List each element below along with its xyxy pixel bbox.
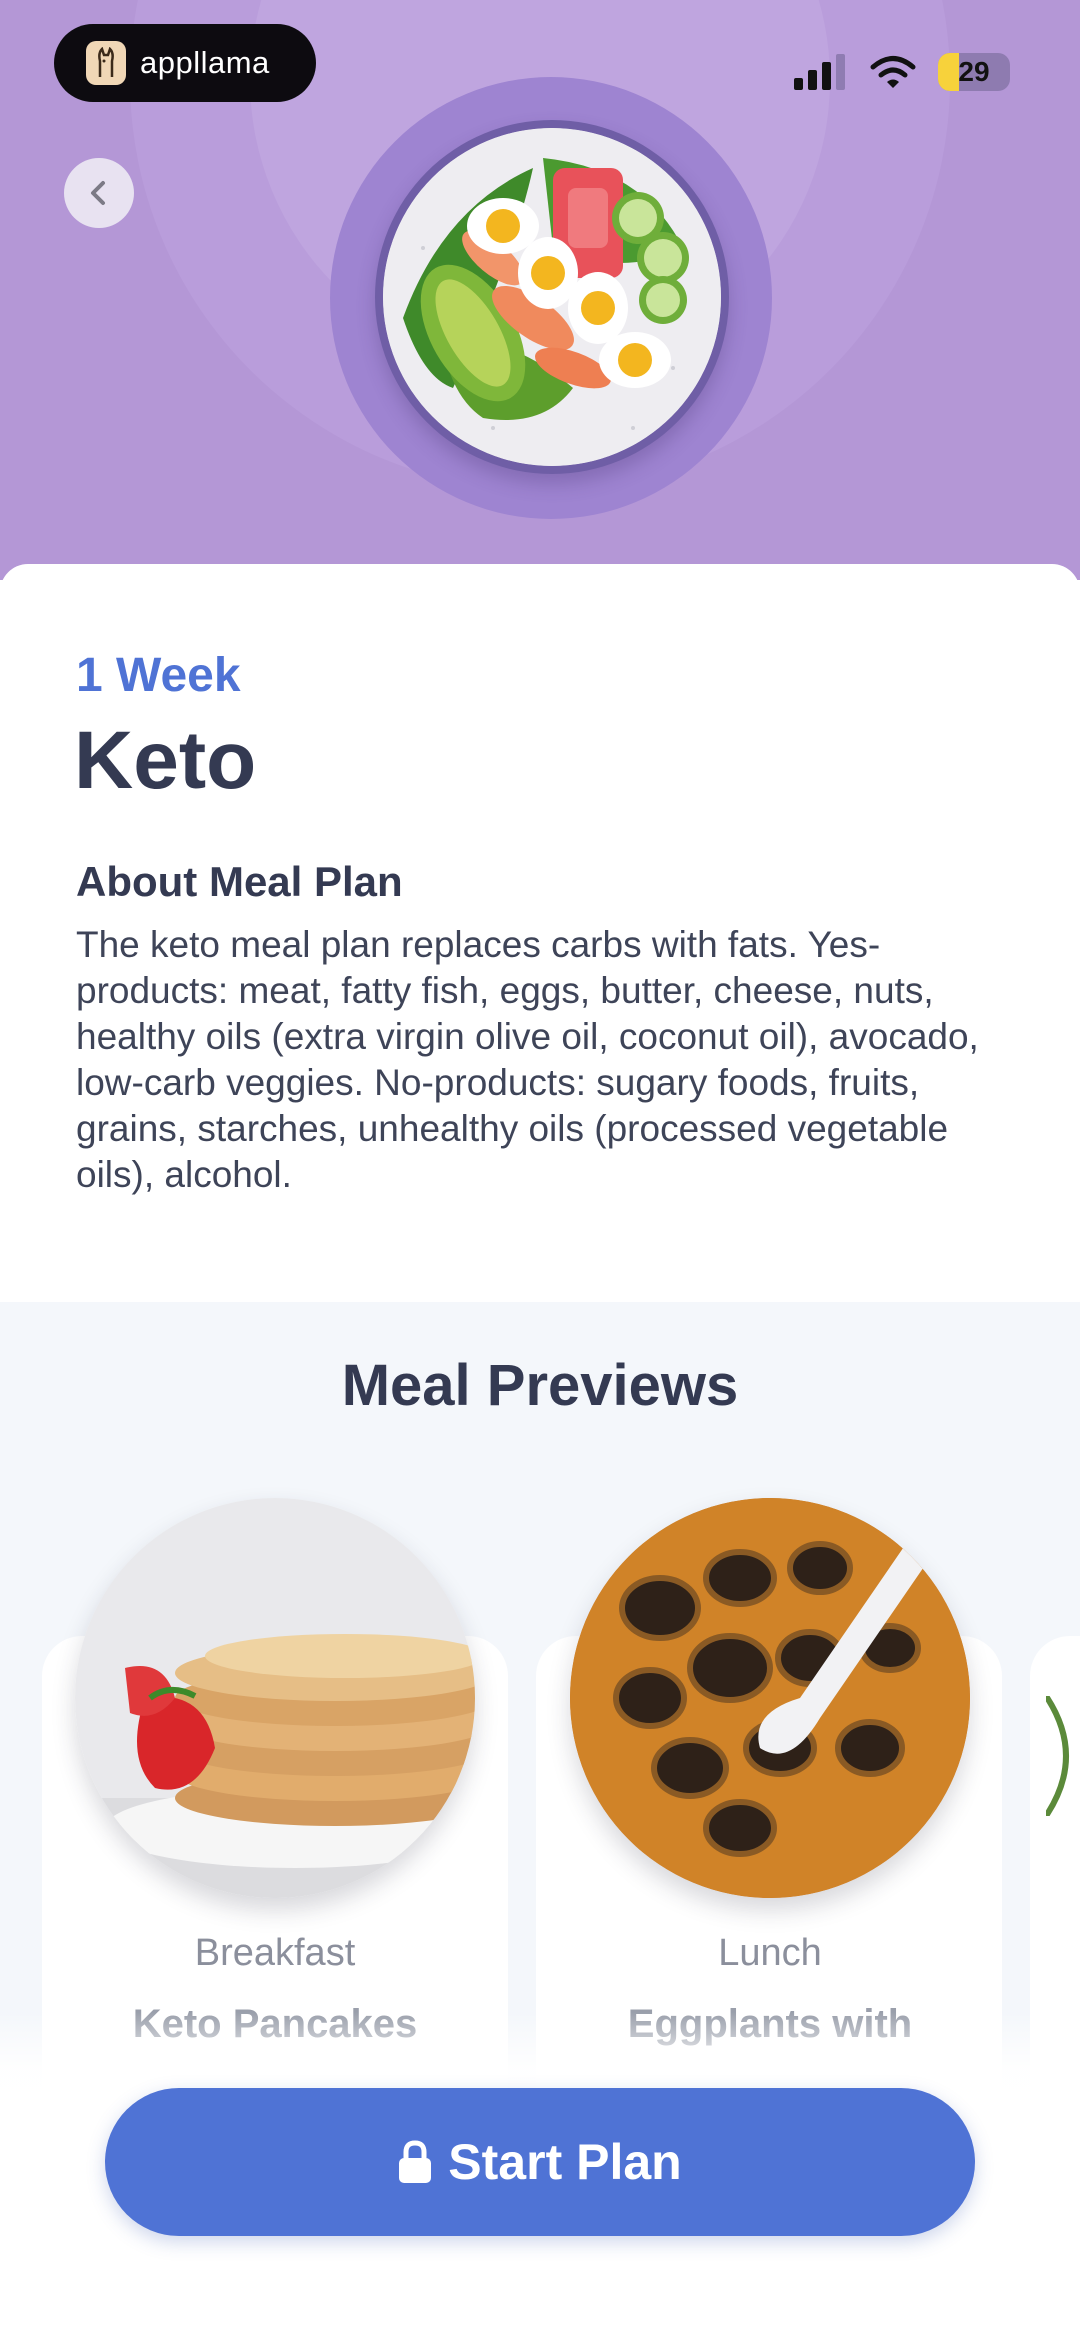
chevron-left-icon	[91, 181, 105, 205]
battery-fill	[938, 53, 959, 91]
plan-title: Keto	[74, 715, 257, 806]
about-heading: About Meal Plan	[76, 858, 403, 905]
hero-banner: appllama 29	[0, 0, 1080, 580]
meal-plan-screen: appllama 29 1 Week Keto About Meal Plan …	[0, 0, 1080, 2337]
plan-duration: 1 Week	[76, 649, 241, 702]
meal-type-lunch: Lunch	[718, 1932, 822, 1974]
salad-plate-inner	[383, 128, 721, 466]
brand-name: appllama	[140, 45, 270, 80]
appllama-badge: appllama	[54, 24, 316, 102]
start-plan-button[interactable]: Start Plan	[105, 2088, 975, 2236]
battery-percent: 29	[958, 56, 990, 87]
eggplant-curry-image	[570, 1498, 970, 1898]
status-icons: 29	[794, 50, 1010, 94]
partial-meal-image	[1046, 1696, 1069, 1816]
llama-logo-icon	[86, 41, 126, 85]
start-plan-label: Start Plan	[448, 2134, 682, 2190]
plan-info-section: 1 Week Keto About Meal Plan The keto mea…	[0, 564, 1080, 1304]
meal-type-breakfast: Breakfast	[194, 1932, 356, 1974]
keto-pancakes-image	[75, 1498, 475, 1898]
cellular-signal-icon	[794, 54, 845, 90]
lock-icon	[399, 2140, 432, 2183]
battery-icon: 29	[938, 53, 1010, 91]
salad-illustration	[383, 128, 721, 466]
salad-plate-image	[375, 120, 729, 474]
previews-title: Meal Previews	[341, 1353, 739, 1418]
back-button[interactable]	[64, 158, 134, 228]
wifi-icon	[870, 56, 916, 88]
about-description: The keto meal plan replaces carbs with f…	[76, 924, 979, 1195]
